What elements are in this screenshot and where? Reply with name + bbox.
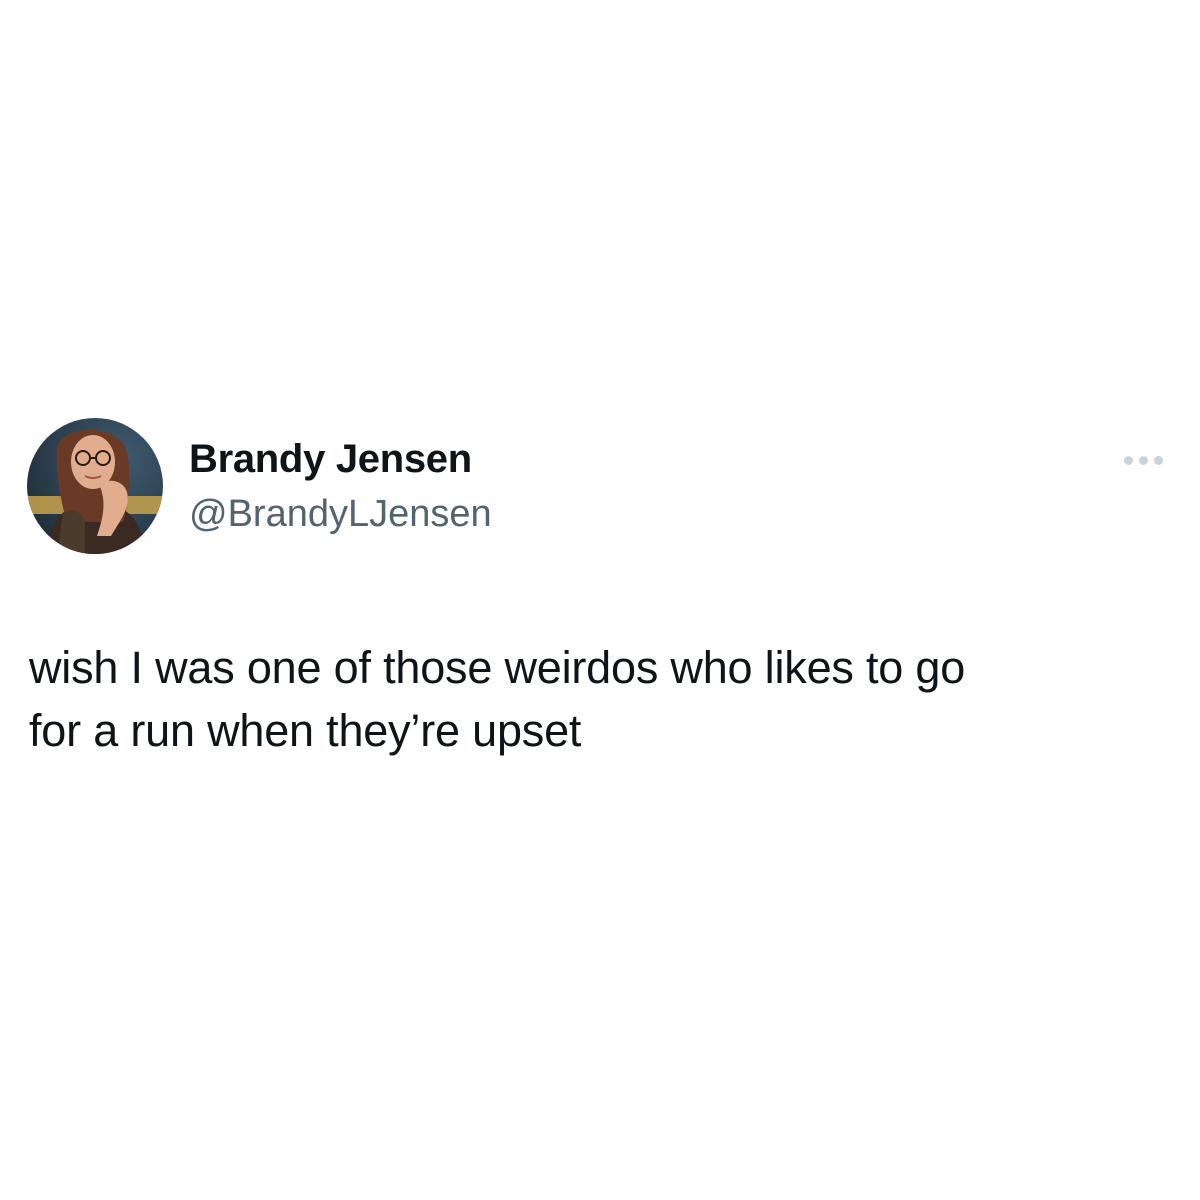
author-handle[interactable]: @BrandyLJensen	[189, 490, 492, 538]
more-options-button[interactable]	[1114, 440, 1172, 480]
more-horizontal-icon-dot	[1138, 455, 1148, 465]
tweet-card: Brandy Jensen @BrandyLJensen wish I was …	[0, 0, 1200, 1200]
author-display-name[interactable]: Brandy Jensen	[189, 434, 472, 484]
author-avatar[interactable]	[27, 418, 163, 554]
more-horizontal-icon-dot	[1153, 455, 1163, 465]
avatar-photo-icon	[27, 418, 163, 554]
tweet-text: wish I was one of those weirdos who like…	[29, 642, 966, 756]
more-horizontal-icon	[1123, 455, 1133, 465]
